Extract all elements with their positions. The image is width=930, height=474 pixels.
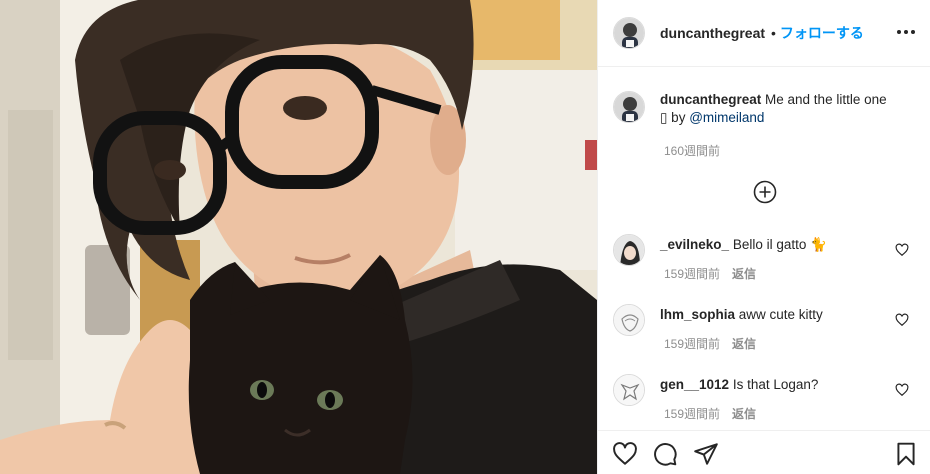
commenter-avatar[interactable] bbox=[613, 234, 645, 266]
follow-button[interactable]: フォローする bbox=[780, 23, 864, 43]
comment-text: gen__1012 Is that Logan? bbox=[660, 376, 880, 394]
comment-meta: 159週間前 返信 bbox=[664, 405, 756, 422]
bookmark-icon[interactable] bbox=[893, 441, 919, 467]
plus-circle-icon[interactable] bbox=[753, 180, 777, 204]
comment-item: _evilneko_ Bello il gatto 🐈 159週間前 返信 bbox=[613, 234, 923, 281]
comment-timestamp[interactable]: 159週間前 bbox=[664, 405, 720, 422]
caption-avatar[interactable] bbox=[613, 91, 645, 123]
comment-item: lhm_sophia aww cute kitty 159週間前 返信 bbox=[613, 304, 923, 351]
post-header: duncanthegreat • フォローする bbox=[598, 0, 930, 67]
like-heart-icon[interactable] bbox=[895, 313, 909, 327]
action-bar bbox=[598, 430, 930, 474]
comment-item: gen__1012 Is that Logan? 159週間前 返信 bbox=[613, 374, 923, 421]
caption: duncanthegreat Me and the little one ▯ b… bbox=[613, 91, 915, 127]
caption-line2-prefix: ▯ by bbox=[660, 110, 690, 125]
comment-username[interactable]: lhm_sophia bbox=[660, 307, 735, 322]
avatar-image bbox=[614, 235, 644, 265]
caption-line1: Me and the little one bbox=[765, 92, 887, 107]
share-icon[interactable] bbox=[693, 441, 719, 467]
caption-text: duncanthegreat Me and the little one ▯ b… bbox=[660, 91, 915, 127]
comment-timestamp[interactable]: 159週間前 bbox=[664, 335, 720, 352]
comment-icon[interactable] bbox=[652, 441, 678, 467]
author-username[interactable]: duncanthegreat bbox=[660, 25, 765, 41]
avatar-image bbox=[614, 375, 644, 405]
post-sidebar: duncanthegreat • フォローする duncanthegreat M… bbox=[597, 0, 930, 474]
avatar-image bbox=[614, 305, 644, 335]
more-icon[interactable] bbox=[896, 22, 916, 42]
caption-username[interactable]: duncanthegreat bbox=[660, 92, 761, 107]
caption-timestamp[interactable]: 160週間前 bbox=[664, 142, 720, 159]
comment-username[interactable]: gen__1012 bbox=[660, 377, 729, 392]
post-photo[interactable] bbox=[0, 0, 597, 474]
header-separator: • bbox=[771, 25, 776, 41]
author-avatar[interactable] bbox=[613, 17, 645, 49]
comment-text: _evilneko_ Bello il gatto 🐈 bbox=[660, 236, 880, 254]
comment-username[interactable]: _evilneko_ bbox=[660, 237, 729, 252]
heart-icon[interactable] bbox=[612, 441, 638, 467]
reply-button[interactable]: 返信 bbox=[732, 335, 756, 352]
reply-button[interactable]: 返信 bbox=[732, 265, 756, 282]
comment-meta: 159週間前 返信 bbox=[664, 265, 756, 282]
comments-section[interactable]: duncanthegreat Me and the little one ▯ b… bbox=[598, 67, 930, 430]
comment-body: Bello il gatto 🐈 bbox=[732, 237, 827, 252]
like-heart-icon[interactable] bbox=[895, 243, 909, 257]
like-heart-icon[interactable] bbox=[895, 383, 909, 397]
post-image bbox=[0, 0, 597, 474]
comment-text: lhm_sophia aww cute kitty bbox=[660, 306, 880, 324]
comment-body: Is that Logan? bbox=[732, 377, 819, 392]
caption-mention[interactable]: @mimeiland bbox=[689, 110, 764, 125]
commenter-avatar[interactable] bbox=[613, 304, 645, 336]
comment-meta: 159週間前 返信 bbox=[664, 335, 756, 352]
avatar-image bbox=[614, 18, 644, 48]
comment-timestamp[interactable]: 159週間前 bbox=[664, 265, 720, 282]
avatar-image bbox=[614, 92, 644, 122]
commenter-avatar[interactable] bbox=[613, 374, 645, 406]
comment-body: aww cute kitty bbox=[738, 307, 823, 322]
reply-button[interactable]: 返信 bbox=[732, 405, 756, 422]
